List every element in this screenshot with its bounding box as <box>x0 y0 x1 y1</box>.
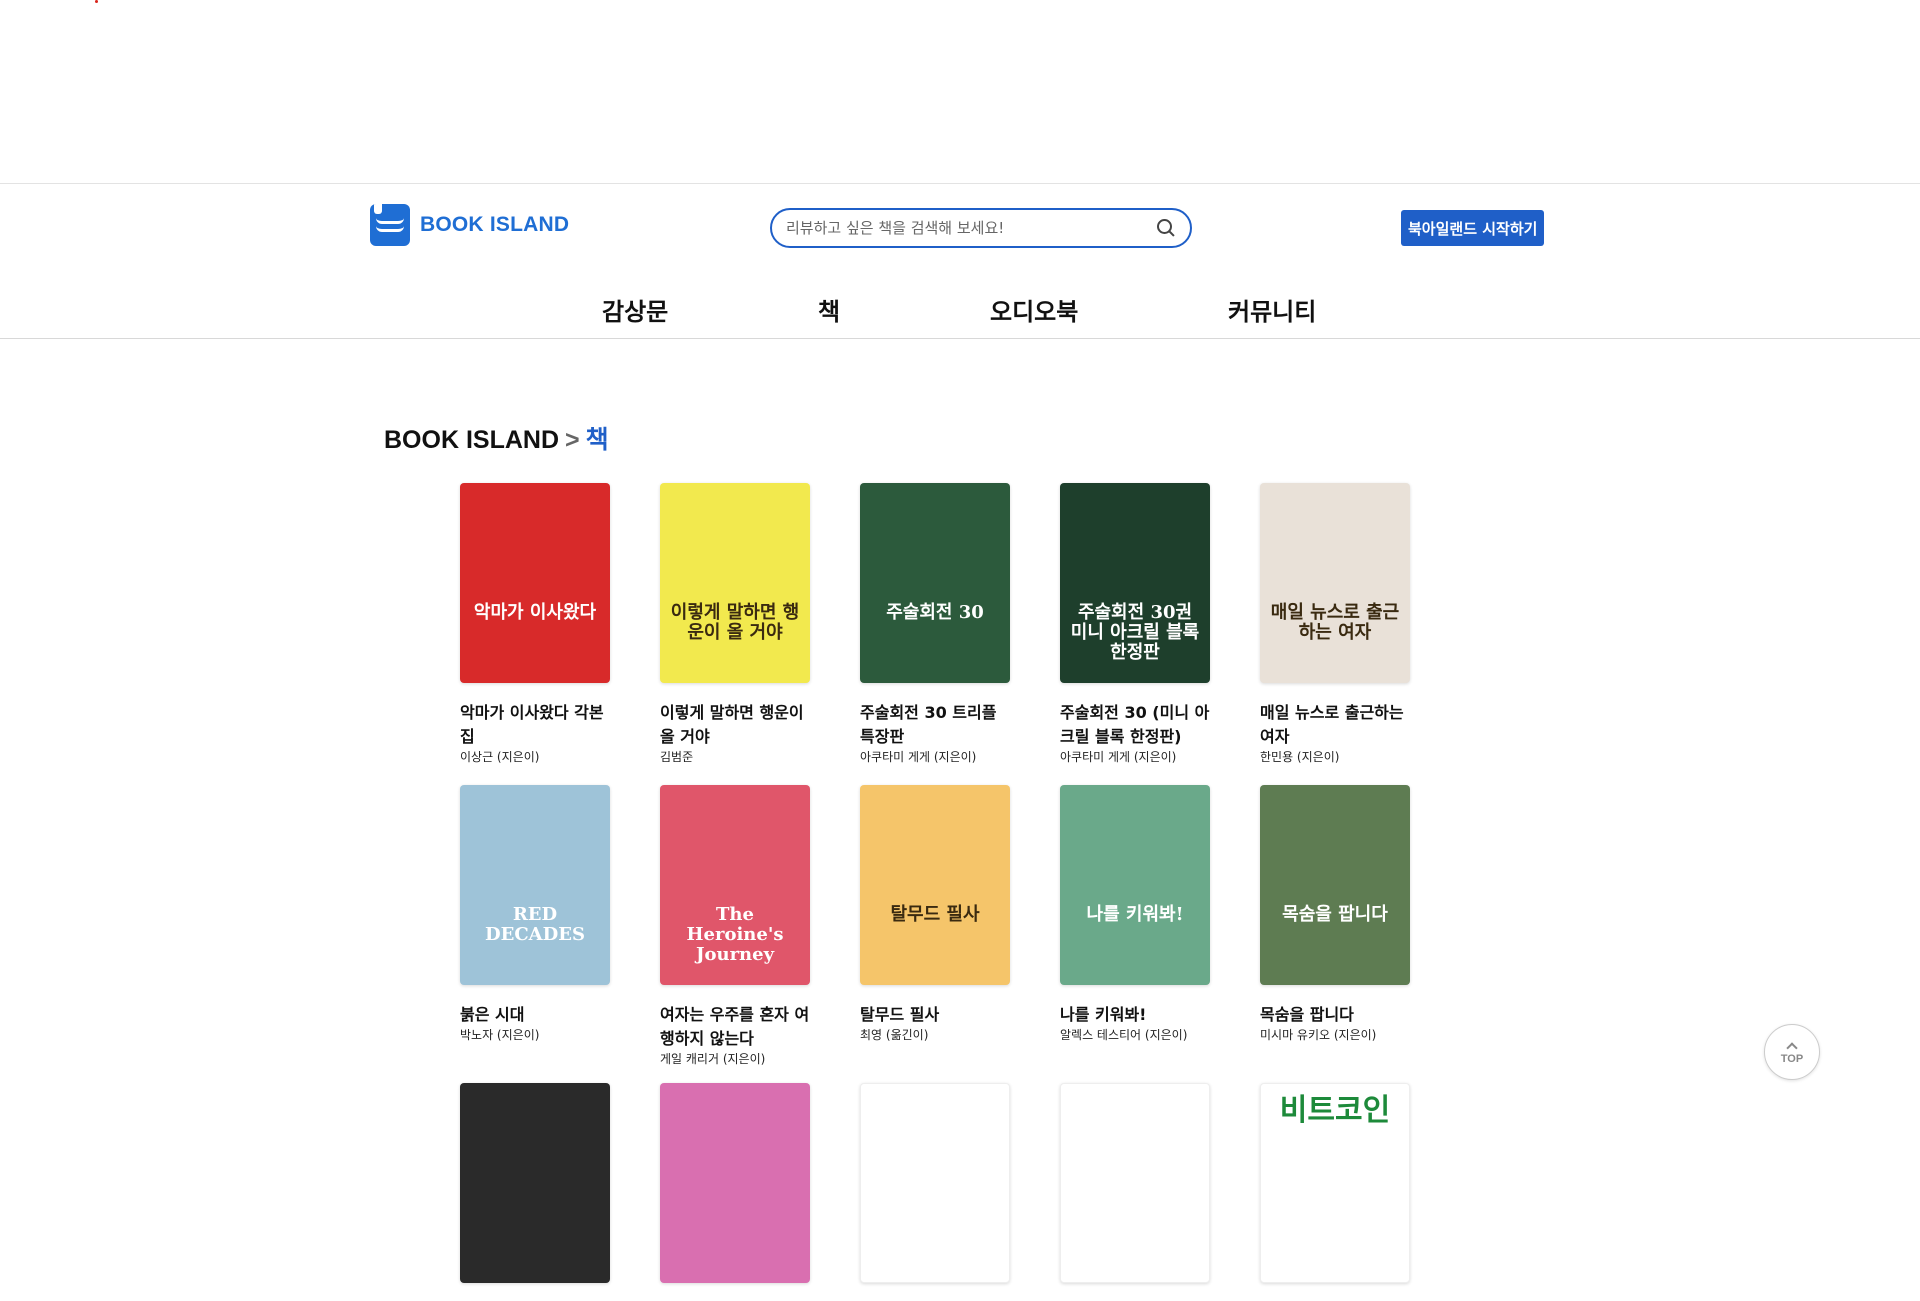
scroll-top-label: TOP <box>1780 1052 1804 1065</box>
book-card[interactable]: RED DECADES 붉은 시대 박노자 (지은이) <box>460 785 612 1043</box>
book-card[interactable]: 목숨을 팝니다 목숨을 팝니다 미시마 유키오 (지은이) <box>1260 785 1412 1043</box>
book-card[interactable]: 주술회전 30 주술회전 30 트리플 특장판 아쿠타미 게게 (지은이) <box>860 483 1012 765</box>
book-cover[interactable] <box>460 1083 610 1283</box>
book-cover-text: 악마가 이사왔다 <box>473 602 597 623</box>
book-card[interactable] <box>660 1083 812 1301</box>
book-title[interactable]: 탈무드 필사 <box>860 1003 1010 1027</box>
book-title[interactable]: 이렇게 말하면 행운이 올 거야 <box>660 701 810 749</box>
book-cover-text: RED DECADES <box>485 904 585 945</box>
book-card[interactable]: 매일 뉴스로 출근하는 여자 매일 뉴스로 출근하는 여자 한민용 (지은이) <box>1260 483 1412 765</box>
book-cover-text: 매일 뉴스로 출근하는 여자 <box>1270 602 1400 643</box>
book-cover[interactable] <box>860 1083 1010 1283</box>
book-author: 게일 캐리거 (지은이) <box>660 1052 766 1066</box>
search-input[interactable] <box>786 219 1156 237</box>
book-cover[interactable]: 악마가 이사왔다 <box>460 483 610 683</box>
book-card[interactable] <box>860 1083 1012 1301</box>
book-card[interactable] <box>460 1083 612 1301</box>
breadcrumb-current: 책 <box>585 426 609 454</box>
top-blank-area <box>0 0 1920 184</box>
nav-item-books[interactable]: 책 <box>818 292 840 327</box>
book-cover-text: 목숨을 팝니다 <box>1282 904 1388 925</box>
book-title[interactable]: 악마가 이사왔다 각본집 <box>460 701 610 749</box>
breadcrumb-separator: > <box>565 426 580 454</box>
book-cover[interactable]: 이렇게 말하면 행운이 올 거야 <box>660 483 810 683</box>
book-cover[interactable]: 나를 키워봐! <box>1060 785 1210 985</box>
book-card[interactable]: The Heroine's Journey 여자는 우주를 혼자 여행하지 않는다… <box>660 785 812 1067</box>
book-card[interactable]: 탈무드 필사 탈무드 필사 최영 (옮긴이) <box>860 785 1012 1043</box>
book-cover[interactable]: RED DECADES <box>460 785 610 985</box>
nav-item-reviews[interactable]: 감상문 <box>602 292 668 327</box>
site-logo[interactable]: BOOK ISLAND <box>370 204 569 246</box>
book-card[interactable]: 나를 키워봐! 나를 키워봐! 알렉스 테스티어 (지은이) <box>1060 785 1212 1043</box>
book-author: 이상근 (지은이) <box>460 750 540 764</box>
red-dot-mark <box>95 0 98 3</box>
book-title[interactable]: 주술회전 30 (미니 아크릴 블록 한정판) <box>1060 701 1210 749</box>
start-button[interactable]: 북아일랜드 시작하기 <box>1401 210 1545 246</box>
site-header: BOOK ISLAND 북아일랜드 시작하기 감상문 책 오디오북 커뮤니티 <box>0 184 1920 339</box>
book-cover-text: 이렇게 말하면 행운이 올 거야 <box>670 602 800 643</box>
book-cover-text: 나를 키워봐! <box>1086 904 1184 925</box>
book-title[interactable]: 나를 키워봐! <box>1060 1003 1210 1027</box>
book-card[interactable]: 악마가 이사왔다악마가 이사왔다 각본집 이상근 (지은이) <box>460 483 612 765</box>
book-cover-text: 주술회전 30 <box>886 602 984 623</box>
book-cover-text: The Heroine's Journey <box>686 904 784 965</box>
book-author: 한민용 (지은이) <box>1260 750 1340 764</box>
search-bar <box>770 208 1192 248</box>
book-author: 알렉스 테스티어 (지은이) <box>1060 1028 1188 1042</box>
book-author: 아쿠타미 게게 (지은이) <box>1060 750 1177 764</box>
book-title[interactable]: 주술회전 30 트리플 특장판 <box>860 701 1010 749</box>
book-cover[interactable] <box>660 1083 810 1283</box>
book-cover[interactable]: 주술회전 30 <box>860 483 1010 683</box>
book-author: 박노자 (지은이) <box>460 1028 540 1042</box>
book-card[interactable]: 이렇게 말하면 행운이 올 거야 이렇게 말하면 행운이 올 거야 김범준 <box>660 483 812 765</box>
nav-item-community[interactable]: 커뮤니티 <box>1228 292 1316 327</box>
book-author: 아쿠타미 게게 (지은이) <box>860 750 977 764</box>
nav-item-audiobooks[interactable]: 오디오북 <box>990 292 1078 327</box>
book-title[interactable]: 목숨을 팝니다 <box>1260 1003 1410 1027</box>
logo-icon <box>370 204 410 246</box>
book-cover[interactable] <box>1060 1083 1210 1283</box>
logo-text: BOOK ISLAND <box>420 213 570 236</box>
book-cover[interactable]: 탈무드 필사 <box>860 785 1010 985</box>
book-cover[interactable]: 매일 뉴스로 출근하는 여자 <box>1260 483 1410 683</box>
book-author: 미시마 유키오 (지은이) <box>1260 1028 1377 1042</box>
book-author: 최영 (옮긴이) <box>860 1028 929 1042</box>
book-cover[interactable]: 비트코인 <box>1260 1083 1410 1283</box>
book-title[interactable]: 붉은 시대 <box>460 1003 610 1027</box>
book-title[interactable]: 여자는 우주를 혼자 여행하지 않는다 <box>660 1003 810 1051</box>
book-card[interactable] <box>1060 1083 1212 1301</box>
book-title[interactable]: 매일 뉴스로 출근하는 여자 <box>1260 701 1410 749</box>
book-cover[interactable]: The Heroine's Journey <box>660 785 810 985</box>
book-card[interactable]: 비트코인 <box>1260 1083 1412 1301</box>
breadcrumb-root[interactable]: BOOK ISLAND <box>384 426 559 454</box>
scroll-top-button[interactable]: TOP <box>1764 1024 1820 1080</box>
book-cover-text: 탈무드 필사 <box>890 904 980 925</box>
book-author: 김범준 <box>660 750 694 764</box>
book-cover-text: 비트코인 <box>1279 1093 1391 1128</box>
search-icon[interactable] <box>1156 218 1176 238</box>
book-card[interactable]: 주술회전 30권 미니 아크릴 블록 한정판주술회전 30 (미니 아크릴 블록… <box>1060 483 1212 765</box>
book-cover[interactable]: 주술회전 30권 미니 아크릴 블록 한정판 <box>1060 483 1210 683</box>
chevron-up-icon <box>1786 1041 1798 1054</box>
book-cover[interactable]: 목숨을 팝니다 <box>1260 785 1410 985</box>
breadcrumb: BOOK ISLAND > 책 <box>384 420 609 456</box>
book-cover-text: 주술회전 30권 미니 아크릴 블록 한정판 <box>1070 602 1200 663</box>
